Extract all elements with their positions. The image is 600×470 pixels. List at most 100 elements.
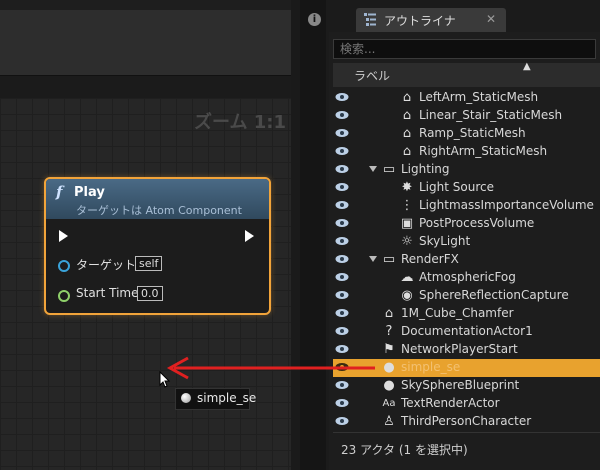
outliner-row[interactable]: ⌂ RightArm_StaticMesh [333, 143, 600, 161]
outliner-row[interactable]: ⌂ 1M_Cube_Chamfer [333, 305, 600, 323]
outliner-row-label: SphereReflectionCapture [419, 288, 569, 302]
target-value[interactable]: self [135, 256, 163, 271]
outliner-row-label: DocumentationActor1 [401, 324, 533, 338]
player-start-icon: ⚑ [383, 342, 395, 357]
drag-actor-token[interactable]: simple_se [175, 388, 256, 410]
expand-arrow-icon[interactable] [369, 166, 377, 172]
list-footer-divider [333, 432, 600, 433]
outliner-row[interactable]: ⌂ LeftArm_StaticMesh [333, 89, 600, 107]
outliner-row-label: Ramp_StaticMesh [419, 126, 526, 140]
start-time-pin-label: Start Time [76, 286, 139, 300]
character-icon: ♙ [383, 414, 395, 429]
volume-icon: ⋮ [400, 198, 414, 213]
outliner-row-label: LeftArm_StaticMesh [419, 90, 539, 104]
outliner-row-label: PostProcessVolume [419, 216, 535, 230]
target-pin[interactable] [58, 260, 70, 272]
static-mesh-icon: ⌂ [402, 144, 412, 159]
outliner-row[interactable]: ⌂ Ramp_StaticMesh [333, 125, 600, 143]
documentation-icon: ? [385, 324, 393, 339]
panel-strip [0, 0, 291, 10]
outliner-row[interactable]: ♙ ThirdPersonCharacter [333, 413, 600, 431]
visibility-eye-icon[interactable] [335, 128, 349, 138]
drag-arrow [166, 356, 375, 380]
label-column-header[interactable]: ラベル ▲ [333, 61, 600, 87]
outliner-row[interactable]: ⌂ Linear_Stair_StaticMesh [333, 107, 600, 125]
visibility-eye-icon[interactable] [335, 254, 349, 264]
panel-splitter[interactable] [291, 0, 300, 470]
outliner-row[interactable]: ? DocumentationActor1 [333, 323, 600, 341]
visibility-eye-icon[interactable] [335, 326, 349, 336]
sort-ascending-icon[interactable]: ▲ [523, 61, 531, 72]
text-render-icon: Aa [382, 398, 396, 409]
visibility-eye-icon[interactable] [335, 110, 349, 120]
visibility-eye-icon[interactable] [335, 290, 349, 300]
outliner-row-label: Lighting [401, 162, 450, 176]
function-icon: f [56, 183, 63, 201]
outliner-row-label: RenderFX [401, 252, 459, 266]
sound-sphere-icon [181, 393, 191, 403]
sphere-icon: ● [383, 378, 395, 393]
visibility-eye-icon[interactable] [335, 218, 349, 228]
post-process-icon: ▣ [400, 216, 414, 231]
outliner-row[interactable]: ▣ PostProcessVolume [333, 215, 600, 233]
tab-title: アウトライナ [384, 14, 456, 28]
outliner-row[interactable]: ▭ RenderFX [333, 251, 600, 269]
actor-count-status: 23 アクタ (1 を選択中) [341, 443, 468, 457]
visibility-eye-icon[interactable] [335, 200, 349, 210]
close-icon[interactable]: ✕ [486, 12, 496, 26]
zoom-label: ズーム 1:1 [194, 112, 286, 133]
mouse-cursor-icon [159, 371, 171, 388]
visibility-eye-icon[interactable] [335, 92, 349, 102]
outliner-row[interactable]: ⋮ LightmassImportanceVolume [333, 197, 600, 215]
outliner-row-label: TextRenderActor [401, 396, 500, 410]
outliner-row[interactable]: ◉ SphereReflectionCapture [333, 287, 600, 305]
outliner-row-label: ThirdPersonCharacter [401, 414, 532, 428]
directional-light-icon: ✸ [401, 180, 413, 195]
reflection-capture-icon: ◉ [401, 288, 413, 303]
outliner-icon [364, 13, 376, 26]
info-icon[interactable]: i [308, 13, 321, 26]
visibility-eye-icon[interactable] [335, 236, 349, 246]
outliner-row[interactable]: Aa TextRenderActor [333, 395, 600, 413]
static-mesh-icon: ⌂ [402, 90, 412, 105]
outliner-row[interactable]: ☁ AtmosphericFog [333, 269, 600, 287]
static-mesh-icon: ⌂ [384, 306, 394, 321]
outliner-row-label: 1M_Cube_Chamfer [401, 306, 514, 320]
outliner-row-label: AtmosphericFog [419, 270, 516, 284]
outliner-row[interactable]: ✸ Light Source [333, 179, 600, 197]
visibility-eye-icon[interactable] [335, 416, 349, 426]
visibility-eye-icon[interactable] [335, 272, 349, 282]
panel-gutter [300, 0, 326, 470]
outliner-row-label: RightArm_StaticMesh [419, 144, 548, 158]
static-mesh-icon: ⌂ [402, 108, 412, 123]
visibility-eye-icon[interactable] [335, 146, 349, 156]
search-input[interactable]: 検索... [333, 39, 596, 59]
expand-arrow-icon[interactable] [369, 256, 377, 262]
outliner-row[interactable]: ☼ SkyLight [333, 233, 600, 251]
folder-icon: ▭ [382, 252, 396, 267]
node-header: f Play ターゲットは Atom Component [46, 179, 269, 219]
column-label: ラベル [354, 69, 391, 83]
target-pin-label: ターゲット [76, 258, 137, 272]
outliner-row-label: SkyLight [419, 234, 471, 248]
folder-icon: ▭ [382, 162, 396, 177]
visibility-eye-icon[interactable] [335, 344, 349, 354]
outliner-row-label: simple_se [401, 360, 461, 374]
tab-outliner[interactable]: アウトライナ ✕ [356, 8, 506, 32]
outliner-row[interactable]: ▭ Lighting [333, 161, 600, 179]
outliner-row-label: LightmassImportanceVolume [419, 198, 594, 212]
start-time-value[interactable]: 0.0 [137, 286, 163, 301]
exec-output-pin[interactable] [245, 230, 254, 242]
visibility-eye-icon[interactable] [335, 398, 349, 408]
outliner-row-label: Light Source [419, 180, 494, 194]
details-panel-area [0, 0, 291, 76]
visibility-eye-icon[interactable] [335, 164, 349, 174]
fog-icon: ☁ [400, 270, 414, 285]
exec-input-pin[interactable] [59, 230, 68, 242]
visibility-eye-icon[interactable] [335, 308, 349, 318]
play-function-node[interactable]: f Play ターゲットは Atom Component ターゲット self … [44, 177, 271, 315]
outliner-row-label: Linear_Stair_StaticMesh [419, 108, 563, 122]
start-time-pin[interactable] [58, 290, 70, 302]
static-mesh-icon: ⌂ [402, 126, 412, 141]
visibility-eye-icon[interactable] [335, 182, 349, 192]
